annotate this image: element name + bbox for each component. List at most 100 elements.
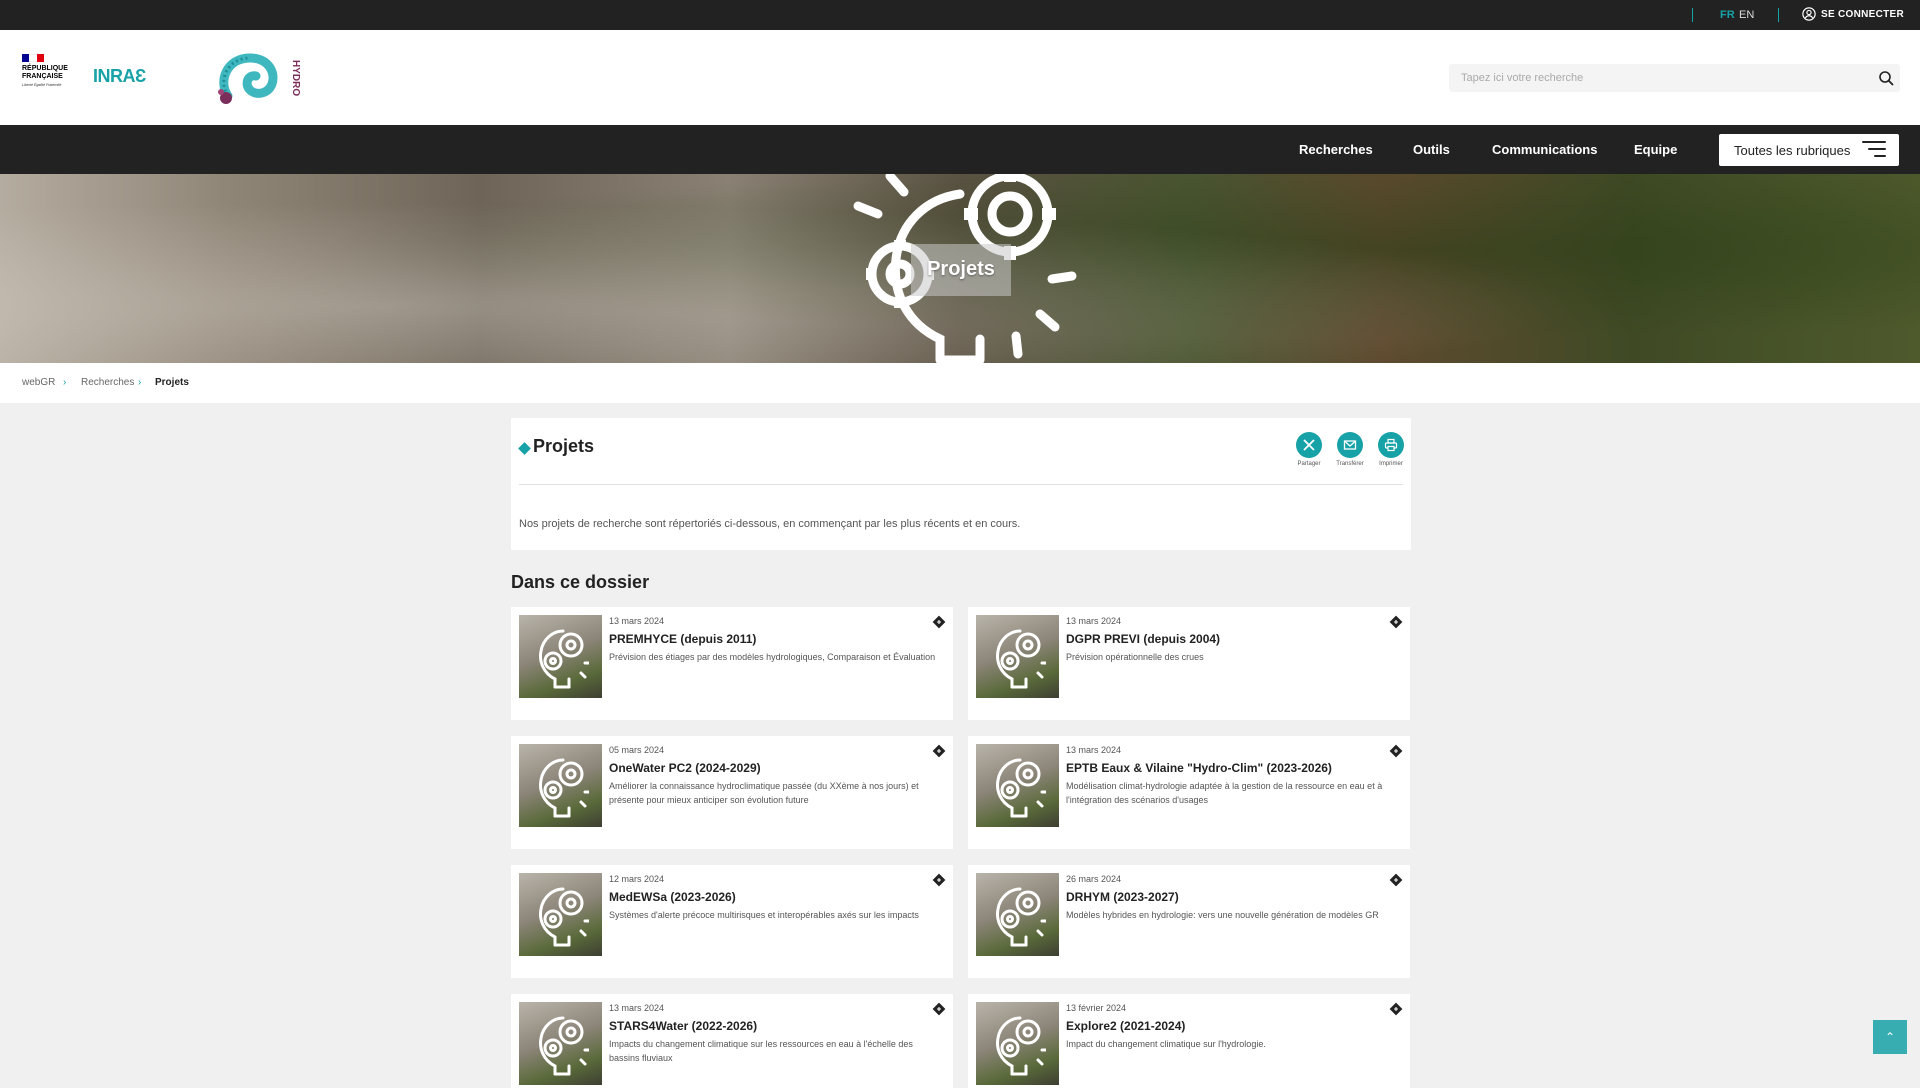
project-card[interactable]: 12 mars 2024 MedEWSa (2023-2026) Systèmes … — [511, 865, 953, 978]
hero-banner: Projets — [0, 174, 1920, 363]
print-label: Imprimer — [1379, 461, 1403, 467]
share-twitter-button[interactable]: Partager — [1288, 432, 1330, 467]
project-thumbnail[interactable] — [976, 615, 1059, 698]
back-to-top-button[interactable]: ⌃ — [1873, 1020, 1907, 1054]
project-date: 26 mars 2024 — [1066, 874, 1122, 884]
project-summary: Modélisation climat-hydrologie adaptée à… — [1066, 781, 1383, 805]
breadcrumb-item-current: Projets — [155, 377, 189, 388]
project-card[interactable]: 13 mars 2024 STARS4Water (2022-2026) Impac… — [511, 994, 953, 1088]
project-date: 13 février 2024 — [1066, 1003, 1127, 1013]
project-thumbnail[interactable] — [519, 873, 602, 956]
project-thumbnail[interactable] — [976, 1002, 1059, 1085]
project-summary: Améliorer la connaissance hydroclimatiqu… — [609, 781, 919, 805]
project-summary: Modèles hybrides en hydrologie: vers une… — [1066, 910, 1379, 920]
envelope-icon — [1343, 440, 1357, 450]
login-label: SE CONNECTER — [1821, 8, 1905, 20]
diamond-plus-icon[interactable] — [1389, 615, 1403, 629]
project-thumbnail[interactable] — [519, 1002, 602, 1085]
project-thumbnail[interactable] — [519, 744, 602, 827]
diamond-plus-icon[interactable] — [932, 615, 946, 629]
project-summary: Prévision des étiages par des modèles hy… — [609, 652, 936, 662]
nav-item-equipe[interactable]: Equipe — [1634, 142, 1677, 157]
hydro-logo[interactable]: HYDRO — [216, 52, 306, 108]
project-card[interactable]: 13 mars 2024 DGPR PREVI (depuis 2004) Prév… — [968, 607, 1410, 720]
diamond-icon — [518, 442, 531, 455]
all-sections-label: Toutes les rubriques — [1734, 143, 1851, 158]
divider — [1778, 8, 1779, 22]
project-thumbnail[interactable] — [976, 744, 1059, 827]
project-title[interactable]: MedEWSa (2023-2026) — [609, 890, 736, 904]
diamond-plus-icon[interactable] — [932, 873, 946, 887]
project-date: 05 mars 2024 — [609, 745, 665, 755]
section-title: Dans ce dossier — [511, 572, 650, 592]
diamond-plus-icon[interactable] — [932, 744, 946, 758]
project-date: 13 mars 2024 — [1066, 745, 1122, 755]
print-button[interactable]: Imprimer — [1370, 432, 1412, 467]
project-title[interactable]: PREMHYCE (depuis 2011) — [609, 632, 756, 646]
project-summary: Impacts du changement climatique sur les… — [609, 1039, 913, 1063]
devise: Liberté Égalité Fraternité — [22, 83, 62, 87]
top-bar: FR EN SE CONNECTER — [0, 0, 1920, 30]
diamond-plus-icon[interactable] — [932, 1002, 946, 1016]
nav-item-recherches[interactable]: Recherches — [1299, 142, 1373, 157]
project-card[interactable]: 26 mars 2024 DRHYM (2023-2027) Modèles hyb… — [968, 865, 1410, 978]
hero-title: Projets — [927, 258, 995, 280]
page-title: Projets — [533, 436, 595, 456]
breadcrumb-item-home[interactable]: webGR — [22, 377, 55, 388]
project-date: 13 mars 2024 — [609, 1003, 665, 1013]
project-summary: Prévision opérationnelle des crues — [1066, 652, 1204, 662]
project-title[interactable]: OneWater PC2 (2024-2029) — [609, 761, 761, 775]
user-icon — [1802, 7, 1816, 21]
login-button[interactable]: SE CONNECTER — [1802, 7, 1904, 21]
project-summary: Impact du changement climatique sur l'hy… — [1066, 1039, 1266, 1049]
project-date: 12 mars 2024 — [609, 874, 665, 884]
nav-item-communications[interactable]: Communications — [1492, 142, 1597, 157]
lang-fr-link[interactable]: FR — [1720, 9, 1735, 21]
forward-label: Transférer — [1336, 461, 1364, 467]
forward-email-button[interactable]: Transférer — [1329, 432, 1371, 467]
project-date: 13 mars 2024 — [609, 616, 665, 626]
page-intro-card: Projets Partager Transférer Imprimer Nos… — [511, 418, 1411, 550]
project-thumbnail[interactable] — [519, 615, 602, 698]
chevron-up-icon: ⌃ — [1884, 1030, 1896, 1044]
project-title[interactable]: Explore2 (2021-2024) — [1066, 1019, 1185, 1033]
all-sections-button[interactable]: Toutes les rubriques — [1719, 134, 1899, 166]
breadcrumb: webGR › Recherches › Projets — [0, 363, 1920, 403]
lang-en-link[interactable]: EN — [1739, 9, 1754, 21]
project-card[interactable]: 05 mars 2024 OneWater PC2 (2024-2029) Amél… — [511, 736, 953, 849]
search-placeholder: Tapez ici votre recherche — [1461, 72, 1584, 84]
french-flag-icon — [22, 54, 44, 62]
breadcrumb-item-recherches[interactable]: Recherches — [81, 377, 134, 388]
x-twitter-icon — [1303, 439, 1315, 451]
chevron-right-icon: › — [138, 377, 142, 388]
project-title[interactable]: DRHYM (2023-2027) — [1066, 890, 1179, 904]
main-nav: Recherches Outils Communications Equipe … — [0, 125, 1920, 174]
project-card[interactable]: 13 mars 2024 PREMHYCE (depuis 2011) Prévis… — [511, 607, 953, 720]
project-title[interactable]: DGPR PREVI (depuis 2004) — [1066, 632, 1220, 646]
chevron-right-icon: › — [63, 377, 67, 388]
hydro-text: HYDRO — [290, 60, 301, 96]
diamond-plus-icon[interactable] — [1389, 744, 1403, 758]
project-date: 13 mars 2024 — [1066, 616, 1122, 626]
divider — [1692, 8, 1693, 22]
diamond-plus-icon[interactable] — [1389, 1002, 1403, 1016]
menu-icon — [1862, 141, 1886, 159]
search-field[interactable]: Tapez ici votre recherche — [1449, 64, 1900, 92]
inrae-logo[interactable]: INRAƐ — [93, 66, 146, 87]
project-thumbnail[interactable] — [976, 873, 1059, 956]
printer-icon — [1384, 438, 1398, 452]
page-description: Nos projets de recherche sont répertorié… — [519, 518, 1021, 530]
share-label: Partager — [1297, 461, 1321, 467]
divider — [519, 484, 1403, 485]
site-header: RÉPUBLIQUE FRANÇAISE Liberté Égalité Fra… — [0, 30, 1920, 125]
project-title[interactable]: STARS4Water (2022-2026) — [609, 1019, 757, 1033]
republique-line1: RÉPUBLIQUE — [22, 65, 68, 72]
project-card[interactable]: 13 février 2024 Explore2 (2021-2024) Impac… — [968, 994, 1410, 1088]
republique-line2: FRANÇAISE — [22, 73, 63, 80]
project-card[interactable]: 13 mars 2024 EPTB Eaux & Vilaine "Hydro-C… — [968, 736, 1410, 849]
republique-francaise-logo[interactable]: RÉPUBLIQUE FRANÇAISE Liberté Égalité Fra… — [22, 54, 78, 87]
diamond-plus-icon[interactable] — [1389, 873, 1403, 887]
nav-item-outils[interactable]: Outils — [1413, 142, 1450, 157]
project-title[interactable]: EPTB Eaux & Vilaine "Hydro-Clim" (2023-2… — [1066, 761, 1332, 775]
search-icon[interactable] — [1878, 70, 1894, 86]
